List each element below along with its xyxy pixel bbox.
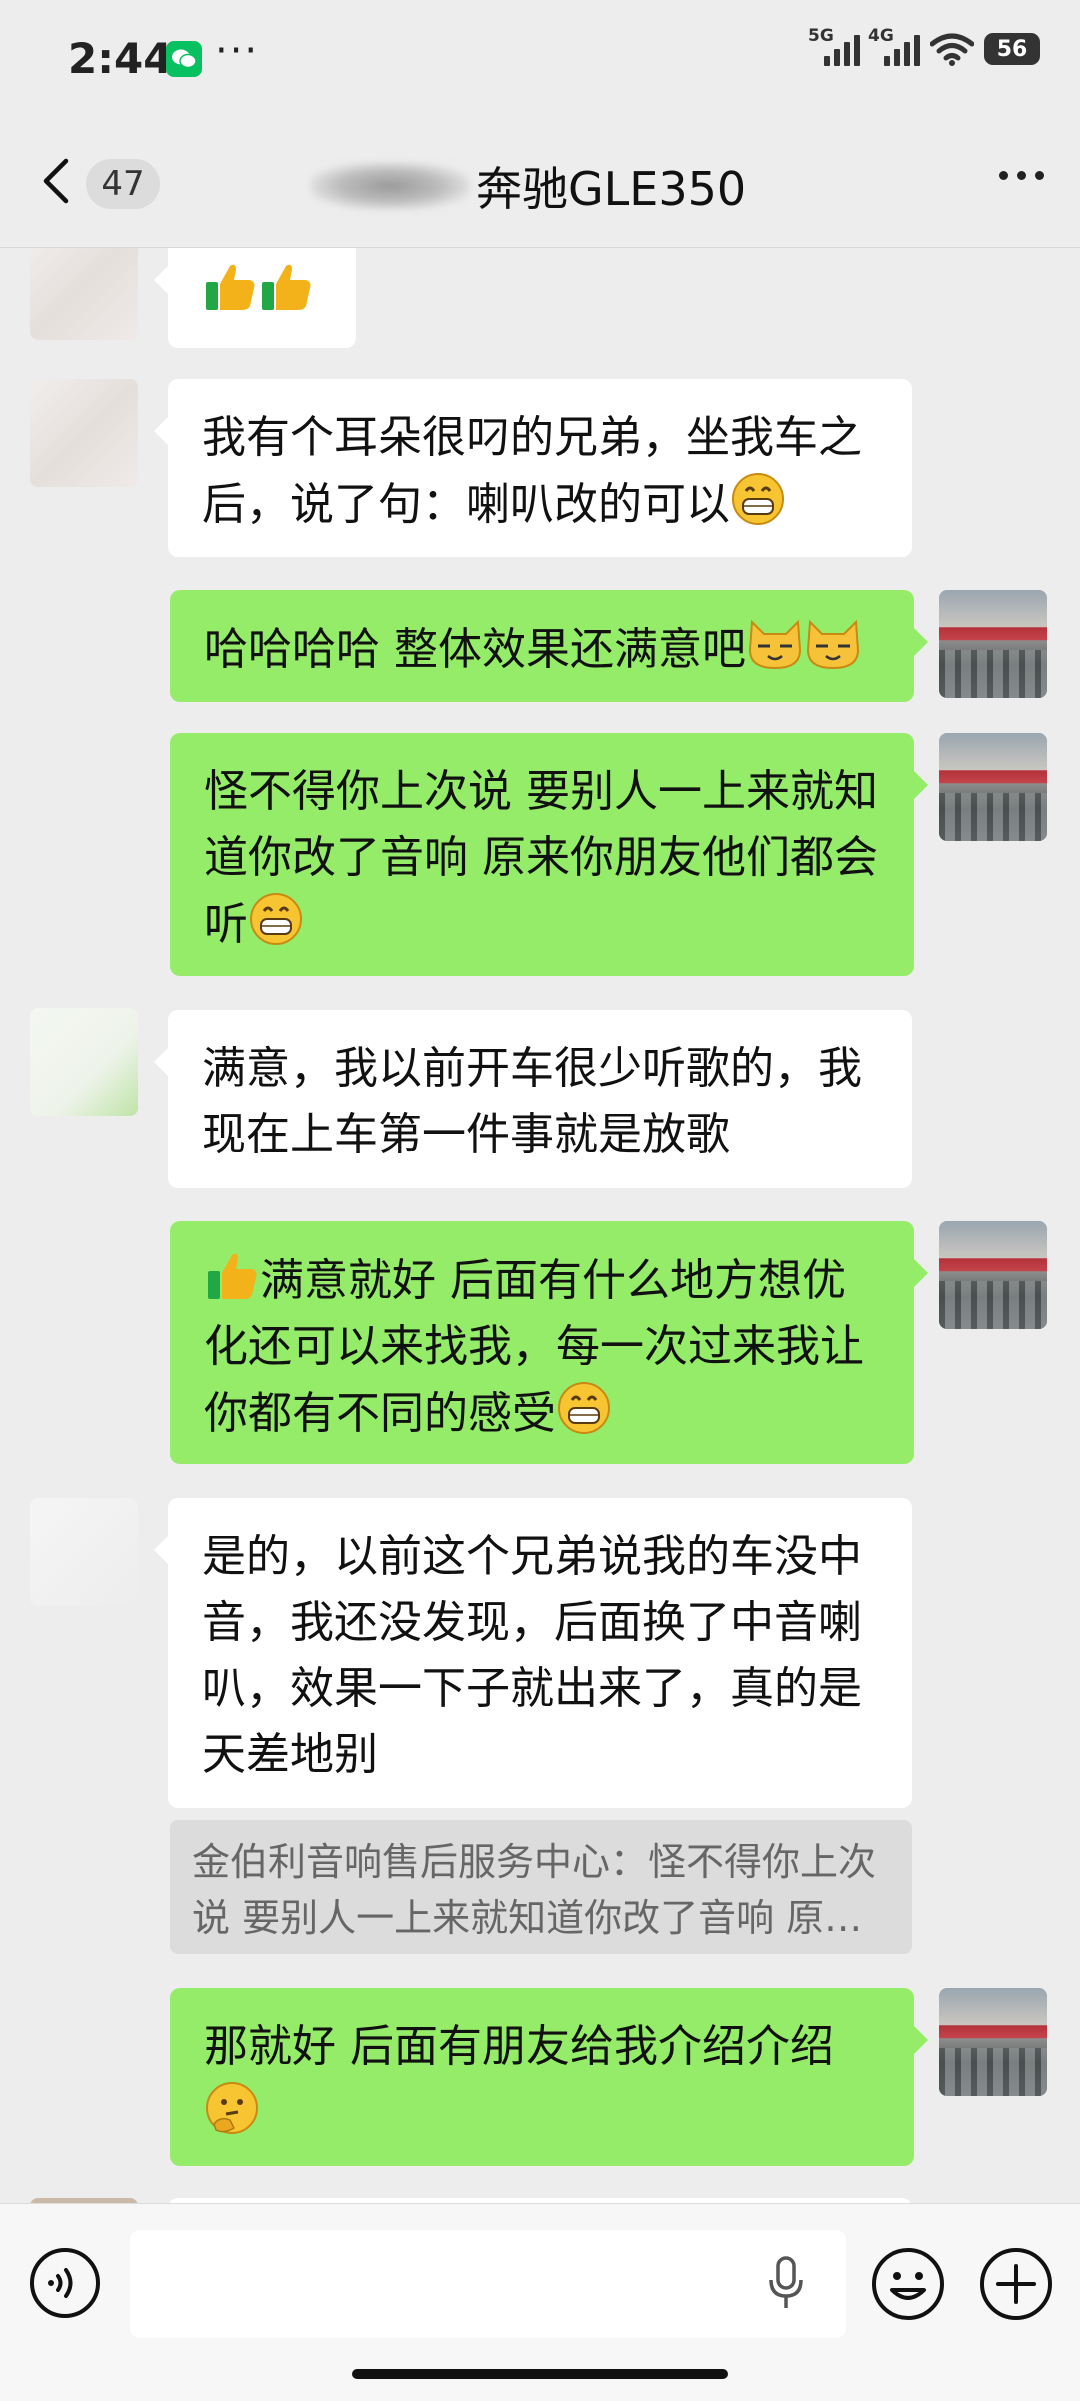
battery-indicator: 56	[984, 33, 1040, 65]
wifi-icon	[930, 33, 974, 66]
back-arrow-icon[interactable]	[38, 157, 78, 205]
status-bar: 2:44 ··· 5G 4G 56	[0, 0, 1080, 115]
message-text: 怪不得你上次说 要别人一上来就知道你改了音响 原来你朋友他们都会听	[204, 766, 878, 950]
cat-emoji-icon	[806, 619, 860, 670]
message-text: 满意就好 后面有什么地方想优化还可以来找我，每一次过来我让你都有不同的感受	[204, 1255, 864, 1439]
network-status: 5G 4G 56	[808, 26, 1040, 66]
contact-avatar[interactable]	[30, 1008, 138, 1116]
message-text: 满意，我以前开车很少听歌的，我现在上车第一件事就是放歌	[202, 1043, 862, 1160]
plus-icon[interactable]	[978, 2246, 1054, 2322]
grin-emoji-icon	[732, 473, 784, 525]
thinking-emoji-icon	[206, 2082, 258, 2134]
home-indicator[interactable]	[352, 2369, 728, 2379]
quoted-text: 金伯利音响售后服务中心：怪不得你上次说 要别人一上来就知道你改了音响 原来你朋友…	[192, 1840, 877, 1940]
my-avatar[interactable]	[939, 733, 1047, 841]
chat-title-text: 奔驰GLE350	[476, 162, 747, 216]
signal-4g-icon: 4G	[868, 26, 920, 66]
clock: 2:44	[68, 34, 173, 83]
more-notifications-icon: ···	[215, 28, 260, 74]
message-bubble[interactable]: 哈哈哈哈 整体效果还满意吧	[170, 590, 928, 702]
message-bubble[interactable]: 怪不得你上次说 要别人一上来就知道你改了音响 原来你朋友他们都会听	[170, 733, 928, 976]
chat-header: 47 奔驰GLE350	[0, 115, 1080, 248]
message-text: 是的，以前这个兄弟说我的车没中音，我还没发现，后面换了中音喇叭，效果一下子就出来…	[202, 1531, 862, 1780]
grin-emoji-icon	[250, 893, 302, 945]
thumbs-up-emoji-icon	[262, 264, 311, 310]
message-bubble[interactable]: 那就好 后面有朋友给我介绍介绍	[170, 1988, 928, 2166]
cat-emoji-icon	[748, 619, 802, 670]
message-input[interactable]	[130, 2230, 846, 2338]
my-avatar[interactable]	[939, 1988, 1047, 2096]
message-bubble[interactable]	[154, 248, 356, 348]
thumbs-up-emoji-icon	[206, 264, 255, 310]
thumbs-up-emoji-icon	[208, 1253, 257, 1299]
message-bubble[interactable]: 是的，以前这个兄弟说我的车没中音，我还没发现，后面换了中音喇叭，效果一下子就出来…	[154, 1498, 912, 1808]
message-text: 哈哈哈哈 整体效果还满意吧	[204, 624, 746, 675]
message-text: 那就好 后面有朋友给我介绍介绍	[204, 2021, 834, 2072]
unread-count-badge[interactable]: 47	[86, 159, 160, 209]
chat-title: 奔驰GLE350	[310, 153, 746, 219]
contact-avatar[interactable]	[30, 248, 138, 340]
grin-emoji-icon	[558, 1382, 610, 1434]
redacted-name	[310, 162, 470, 210]
contact-avatar[interactable]	[30, 1498, 138, 1606]
voice-icon[interactable]	[28, 2246, 102, 2320]
mic-icon[interactable]	[768, 2256, 804, 2310]
my-avatar[interactable]	[939, 590, 1047, 698]
my-avatar[interactable]	[939, 1221, 1047, 1329]
more-options-button[interactable]	[999, 171, 1044, 180]
message-bubble[interactable]: 我有个耳朵很叼的兄弟，坐我车之后，说了句：喇叭改的可以	[154, 379, 912, 557]
message-list[interactable]: 我有个耳朵很叼的兄弟，坐我车之后，说了句：喇叭改的可以 哈哈哈哈 整体效果还满意…	[0, 248, 1080, 2203]
wechat-notification-icon	[166, 41, 202, 77]
quoted-message[interactable]: 金伯利音响售后服务中心：怪不得你上次说 要别人一上来就知道你改了音响 原来你朋友…	[170, 1820, 912, 1954]
message-bubble[interactable]: 满意就好 后面有什么地方想优化还可以来找我，每一次过来我让你都有不同的感受	[170, 1221, 928, 1464]
emoji-icon[interactable]	[870, 2246, 946, 2322]
signal-5g-icon: 5G	[808, 26, 860, 66]
contact-avatar[interactable]	[30, 379, 138, 487]
message-bubble[interactable]: 满意，我以前开车很少听歌的，我现在上车第一件事就是放歌	[154, 1010, 912, 1188]
